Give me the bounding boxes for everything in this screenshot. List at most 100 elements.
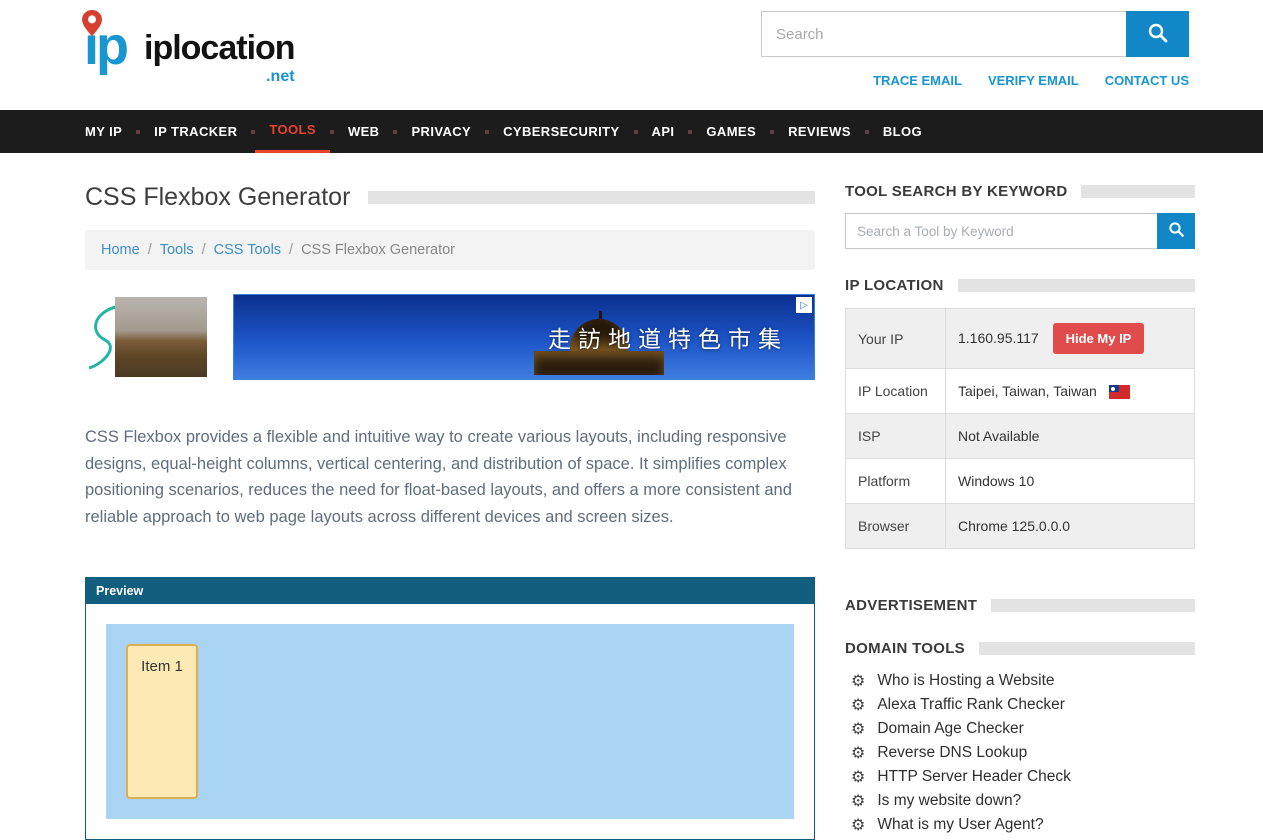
tool-search-heading-row: TOOL SEARCH BY KEYWORD	[845, 183, 1195, 200]
heading-decoration-bar	[979, 642, 1195, 655]
gear-icon: ⚙	[851, 793, 865, 809]
search-icon	[1168, 221, 1185, 241]
breadcrumb: Home / Tools / CSS Tools / CSS Flexbox Generat…	[85, 230, 815, 270]
logo-text: iplocation .net	[144, 29, 295, 78]
site-search	[761, 11, 1189, 57]
flex-item-1[interactable]: Item 1	[126, 644, 198, 799]
nav-item-games[interactable]: GAMES	[692, 110, 770, 153]
sidebar: TOOL SEARCH BY KEYWORD IP LOCATION Your …	[845, 183, 1195, 840]
site-header: ip iplocation .net TRACE EMAIL VERIFY EM…	[0, 0, 1263, 110]
ip-location-heading-row: IP LOCATION	[845, 277, 1195, 294]
ip-row-label: Browser	[846, 504, 946, 549]
page-title: CSS Flexbox Generator	[85, 183, 350, 212]
trace-email-link[interactable]: TRACE EMAIL	[873, 73, 962, 88]
breadcrumb-separator: /	[202, 242, 206, 258]
isp-value: Not Available	[946, 414, 1195, 459]
nav-item-cybersecurity[interactable]: CYBERSECURITY	[489, 110, 633, 153]
breadcrumb-css-tools[interactable]: CSS Tools	[214, 242, 281, 258]
list-item[interactable]: ⚙ Reverse DNS Lookup	[845, 741, 1195, 765]
list-item[interactable]: ⚙ HTTP Server Header Check	[845, 765, 1195, 789]
heading-decoration-bar	[991, 599, 1195, 612]
your-ip-value: 1.160.95.117	[958, 330, 1039, 346]
ip-row-value-cell: Taipei, Taiwan, Taiwan	[946, 369, 1195, 414]
logo-main-text: iplocation	[144, 29, 295, 67]
ad-left-image	[85, 294, 207, 380]
gear-icon: ⚙	[851, 769, 865, 785]
tool-search-heading: TOOL SEARCH BY KEYWORD	[845, 183, 1067, 200]
domain-tool-link[interactable]: Alexa Traffic Rank Checker	[877, 696, 1065, 714]
list-item[interactable]: ⚙Who is Hosting a Website	[845, 669, 1195, 693]
flex-preview-container: Item 1	[106, 624, 794, 819]
preview-header-label: Preview	[86, 578, 814, 604]
header-right: TRACE EMAIL VERIFY EMAIL CONTACT US	[761, 11, 1189, 88]
domain-tools-heading: DOMAIN TOOLS	[845, 640, 965, 657]
heading-decoration-bar	[1081, 185, 1195, 198]
platform-value: Windows 10	[946, 459, 1195, 504]
tool-search-button[interactable]	[1157, 213, 1195, 249]
ad-right-image: 走訪地道特色市集 ▷	[233, 294, 815, 380]
browser-value: Chrome 125.0.0.0	[946, 504, 1195, 549]
breadcrumb-separator: /	[289, 242, 293, 258]
advertisement-heading-row: ADVERTISEMENT	[845, 597, 1195, 614]
domain-tool-link[interactable]: Is my website down?	[877, 792, 1021, 810]
hide-my-ip-button[interactable]: Hide My IP	[1053, 323, 1145, 354]
domain-tools-heading-row: DOMAIN TOOLS	[845, 640, 1195, 657]
ad-banner[interactable]: 走訪地道特色市集 ▷	[85, 294, 815, 380]
contact-us-link[interactable]: CONTACT US	[1105, 73, 1189, 88]
nav-item-blog[interactable]: BLOG	[869, 110, 936, 153]
gear-icon: ⚙	[851, 817, 865, 833]
ip-location-value: Taipei, Taiwan, Taiwan	[958, 383, 1097, 399]
logo-mark: ip	[84, 14, 142, 78]
gear-icon: ⚙	[851, 697, 865, 713]
ip-row-value-cell: 1.160.95.117 Hide My IP	[946, 309, 1195, 369]
ip-row-label: ISP	[846, 414, 946, 459]
preview-panel: Preview Item 1	[85, 577, 815, 840]
nav-item-web[interactable]: WEB	[334, 110, 394, 153]
logo-net-suffix: .net	[266, 68, 294, 86]
taiwan-flag-icon	[1109, 385, 1130, 399]
verify-email-link[interactable]: VERIFY EMAIL	[988, 73, 1079, 88]
domain-tool-link[interactable]: What is my User Agent?	[877, 816, 1043, 834]
table-row: Your IP 1.160.95.117 Hide My IP	[846, 309, 1195, 369]
domain-tools-list: ⚙Who is Hosting a Website ⚙Alexa Traffic…	[845, 669, 1195, 837]
tool-search-input[interactable]	[845, 213, 1157, 249]
site-search-input[interactable]	[761, 11, 1126, 57]
breadcrumb-tools[interactable]: Tools	[160, 242, 194, 258]
advertisement-heading: ADVERTISEMENT	[845, 597, 977, 614]
ad-left-photo	[115, 297, 207, 377]
header-links: TRACE EMAIL VERIFY EMAIL CONTACT US	[761, 73, 1189, 88]
nav-item-tools[interactable]: TOOLS	[255, 110, 330, 153]
ad-headline: 走訪地道特色市集	[548, 320, 788, 354]
location-pin-icon	[82, 10, 102, 41]
nav-item-reviews[interactable]: REVIEWS	[774, 110, 865, 153]
table-row: ISP Not Available	[846, 414, 1195, 459]
nav-item-ip-tracker[interactable]: IP TRACKER	[140, 110, 251, 153]
domain-tool-link[interactable]: Who is Hosting a Website	[877, 672, 1054, 690]
heading-decoration-bar	[958, 279, 1195, 292]
list-item[interactable]: ⚙ Alexa Traffic Rank Checker	[845, 693, 1195, 717]
gear-icon: ⚙	[851, 721, 865, 737]
table-row: Platform Windows 10	[846, 459, 1195, 504]
domain-tool-link[interactable]: Reverse DNS Lookup	[877, 744, 1027, 762]
title-decoration-bar	[368, 191, 815, 204]
nav-item-api[interactable]: API	[638, 110, 689, 153]
breadcrumb-current: CSS Flexbox Generator	[301, 242, 455, 258]
list-item[interactable]: ⚙ Is my website down?	[845, 789, 1195, 813]
main-nav: MY IP IP TRACKER TOOLS WEB PRIVACY CYBER…	[0, 110, 1263, 153]
list-item[interactable]: ⚙ Domain Age Checker	[845, 717, 1195, 741]
gear-icon: ⚙	[851, 745, 865, 761]
ip-row-label: IP Location	[846, 369, 946, 414]
nav-item-privacy[interactable]: PRIVACY	[397, 110, 485, 153]
site-logo[interactable]: ip iplocation .net	[84, 14, 295, 78]
table-row: IP Location Taipei, Taiwan, Taiwan	[846, 369, 1195, 414]
list-item[interactable]: ⚙ What is my User Agent?	[845, 813, 1195, 837]
adchoices-icon[interactable]: ▷	[796, 297, 812, 313]
domain-tool-link[interactable]: HTTP Server Header Check	[877, 768, 1071, 786]
breadcrumb-separator: /	[148, 242, 152, 258]
title-row: CSS Flexbox Generator	[85, 183, 815, 212]
breadcrumb-home[interactable]: Home	[101, 242, 140, 258]
nav-item-my-ip[interactable]: MY IP	[71, 110, 136, 153]
site-search-button[interactable]	[1126, 11, 1189, 57]
domain-tool-link[interactable]: Domain Age Checker	[877, 720, 1023, 738]
tool-description: CSS Flexbox provides a flexible and intu…	[85, 424, 815, 531]
